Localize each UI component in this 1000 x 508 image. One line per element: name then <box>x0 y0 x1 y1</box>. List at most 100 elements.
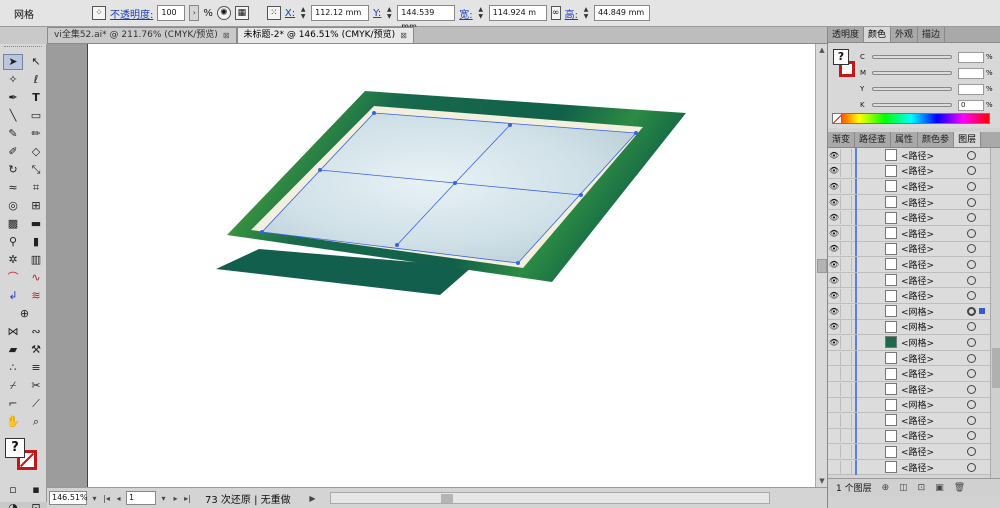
warp-tool-icon[interactable]: ≈ <box>3 180 23 196</box>
mesh-warp-tool-icon[interactable]: ⋈ <box>3 324 23 340</box>
draw-mode-icon[interactable]: ◑ <box>3 500 23 508</box>
tab-layers[interactable]: 图层 <box>954 132 982 147</box>
lock-toggle[interactable] <box>840 179 852 193</box>
graph-tool-icon[interactable]: ▮ <box>26 234 46 250</box>
layer-row[interactable]: <路径> <box>828 381 1000 398</box>
lock-toggle[interactable] <box>840 242 852 256</box>
target-circle-icon[interactable] <box>967 384 976 394</box>
layer-row[interactable]: <路径> <box>828 428 1000 445</box>
slice-tool-icon[interactable]: ⌿ <box>3 378 23 394</box>
pen-tool-icon[interactable]: ✒ <box>3 90 23 106</box>
constrain-proportions-icon[interactable]: ∞ <box>550 6 561 20</box>
layer-row[interactable]: <路径> <box>828 459 1000 476</box>
lock-toggle[interactable] <box>840 148 852 162</box>
artboard-dropdown-icon[interactable]: ▾ <box>159 494 168 503</box>
transform-icon[interactable]: ⁘ <box>92 6 106 20</box>
screen-mode-icon[interactable]: ⊡ <box>26 500 46 508</box>
tab-transparency[interactable]: 透明度 <box>828 27 865 42</box>
close-tab-icon[interactable]: ⊠ <box>223 28 230 43</box>
layer-row[interactable]: <路径> <box>828 444 1000 460</box>
smooth-tool-icon[interactable]: ≋ <box>26 288 46 304</box>
visibility-eye-icon[interactable]: 👁 <box>828 151 840 160</box>
target-circle-icon[interactable] <box>967 337 976 347</box>
none-swatch-icon[interactable] <box>832 113 842 124</box>
channel-slider[interactable] <box>872 55 952 59</box>
channel-slider[interactable] <box>872 87 952 91</box>
lock-toggle[interactable] <box>840 211 852 225</box>
layer-row[interactable]: 👁 <网格> <box>828 319 1000 336</box>
fill-swatch-icon[interactable]: ? <box>5 438 25 458</box>
opacity-link[interactable]: 不透明度: <box>110 6 153 21</box>
line-tool-icon[interactable]: ╲ <box>3 108 23 124</box>
lock-toggle[interactable] <box>840 289 852 303</box>
lock-toggle[interactable] <box>840 445 852 459</box>
horizontal-scrollbar[interactable] <box>330 492 770 504</box>
visibility-eye-icon[interactable]: 👁 <box>828 260 840 269</box>
tab-color[interactable]: 颜色 <box>864 27 892 42</box>
zoom-input[interactable]: 146.51% <box>49 491 88 505</box>
tab-stroke[interactable]: 描边 <box>918 27 946 42</box>
artboard-tool-icon[interactable]: ⊕ <box>3 306 46 322</box>
layer-row[interactable]: 👁 <路径> <box>828 210 1000 226</box>
new-sublayer-icon[interactable]: ⊡ <box>918 483 926 493</box>
target-circle-icon[interactable] <box>967 400 976 410</box>
width-stepper[interactable]: ▲ ▼ <box>477 6 485 20</box>
layer-row[interactable]: <网格> <box>828 397 1000 414</box>
envelope-tool-icon[interactable]: ∾ <box>26 324 46 340</box>
gradient-tool-icon[interactable]: ▬ <box>26 216 46 232</box>
type-tool-icon[interactable]: T <box>26 90 46 106</box>
channel-value-input[interactable]: 0 <box>958 99 984 111</box>
target-circle-icon[interactable] <box>967 353 976 363</box>
recolor-icon[interactable]: ✺ <box>216 6 231 20</box>
target-circle-icon[interactable] <box>967 447 976 457</box>
shape-builder-tool-icon[interactable]: ◎ <box>3 198 23 214</box>
free-transform-tool-icon[interactable]: ⌗ <box>26 180 46 196</box>
visibility-eye-icon[interactable]: 👁 <box>828 307 840 316</box>
layer-row[interactable]: 👁 <路径> <box>828 194 1000 211</box>
selection-tool-icon[interactable]: ➤ <box>3 54 23 70</box>
height-stepper[interactable]: ▲ ▼ <box>582 6 590 20</box>
color-spectrum-bar[interactable] <box>832 113 990 124</box>
layer-row[interactable]: <路径> <box>828 350 1000 367</box>
live-paint-selection-tool-icon[interactable]: ⚒ <box>26 342 46 358</box>
y-input[interactable]: 144.539 mm <box>397 5 456 31</box>
target-circle-icon[interactable] <box>967 197 976 207</box>
target-circle-icon[interactable] <box>967 244 976 254</box>
toolbox-grip[interactable] <box>4 46 42 50</box>
artboard[interactable] <box>87 44 815 487</box>
visibility-eye-icon[interactable]: 👁 <box>828 338 840 347</box>
reference-point-icon[interactable]: ⁙ <box>266 6 281 20</box>
width-input[interactable]: 114.924 m <box>488 5 547 21</box>
layers-scroll-thumb[interactable] <box>992 348 1000 388</box>
lock-toggle[interactable] <box>840 382 852 396</box>
layer-row[interactable]: 👁 <路径> <box>828 148 1000 164</box>
hand-tool-icon[interactable]: ✋ <box>3 414 23 430</box>
crop-area-tool-icon[interactable]: ⌐ <box>3 396 23 412</box>
magic-wand-tool-icon[interactable]: ✧ <box>3 72 23 88</box>
new-layer-icon[interactable]: ▣ <box>935 483 944 493</box>
visibility-eye-icon[interactable]: 👁 <box>828 182 840 191</box>
graph-data-tool-icon[interactable]: ≡ <box>26 360 46 376</box>
zoom-tool-icon[interactable]: ⌕ <box>26 414 46 430</box>
layer-row[interactable]: 👁 <路径> <box>828 163 1000 180</box>
lock-toggle[interactable] <box>840 429 852 443</box>
mesh-tool-icon[interactable]: ▩ <box>3 216 23 232</box>
tab-color-guide[interactable]: 颜色参 <box>918 132 955 147</box>
tab-pathfinder[interactable]: 路径查 <box>855 132 892 147</box>
layer-row[interactable]: 👁 <网格> <box>828 334 1000 351</box>
target-circle-icon[interactable] <box>967 306 976 316</box>
close-tab-icon[interactable]: ⊠ <box>400 28 407 43</box>
tab-attributes[interactable]: 属性 <box>891 132 919 147</box>
scale-tool-icon[interactable]: ⤡ <box>26 162 46 178</box>
lock-toggle[interactable] <box>840 398 852 412</box>
visibility-eye-icon[interactable]: 👁 <box>828 276 840 285</box>
lock-toggle[interactable] <box>840 320 852 334</box>
canvas-area[interactable] <box>47 44 815 487</box>
width-tool-icon[interactable]: ⌒ <box>3 270 23 286</box>
first-artboard-icon[interactable]: |◂ <box>102 494 111 503</box>
eyedropper-tool-icon[interactable]: ⚲ <box>3 234 23 250</box>
lock-toggle[interactable] <box>840 335 852 349</box>
lock-toggle[interactable] <box>840 304 852 318</box>
live-paint-tool-icon[interactable]: ▰ <box>3 342 23 358</box>
x-input[interactable]: 112.12 mm <box>311 5 370 21</box>
